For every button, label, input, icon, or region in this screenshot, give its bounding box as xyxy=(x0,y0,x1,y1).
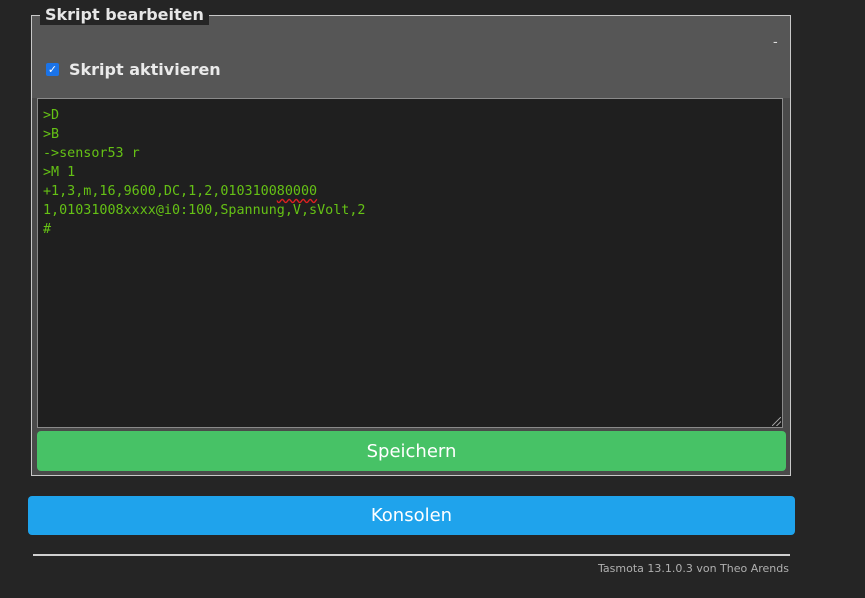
activate-script-label: Skript aktivieren xyxy=(69,59,221,79)
code-line-5-prefix: +1,3,m,16,9600,DC,1,2,0103100 xyxy=(43,184,277,199)
code-line-1: >D xyxy=(43,108,60,123)
fieldset-header-band xyxy=(32,16,790,98)
code-line-2: >B xyxy=(43,127,60,142)
code-line-3: ->sensor53 r xyxy=(43,146,140,161)
script-editor-textarea[interactable]: >D >B ->sensor53 r >M 1 +1,3,m,16,9600,D… xyxy=(37,98,783,428)
code-line-6: 1,01031008xxxx@i0:100,Spannung,V,sVolt,2 xyxy=(43,203,366,218)
code-line-7: # xyxy=(43,222,52,237)
footer-divider xyxy=(33,554,790,556)
code-line-4: >M 1 xyxy=(43,165,76,180)
collapse-dash: - xyxy=(773,35,778,50)
code-line-5: +1,3,m,16,9600,DC,1,2,010310080000 xyxy=(43,182,777,201)
save-button[interactable]: Speichern xyxy=(37,431,786,471)
resize-handle-icon[interactable] xyxy=(772,417,781,426)
console-button[interactable]: Konsolen xyxy=(28,496,795,535)
footer-text: Tasmota 13.1.0.3 von Theo Arends xyxy=(598,562,789,575)
spellcheck-marked-text: 80000 xyxy=(276,184,318,199)
activate-script-checkbox[interactable]: ✓ xyxy=(46,62,59,76)
activate-script-row[interactable]: ✓ Skript aktivieren xyxy=(46,58,221,80)
fieldset-legend: Skript bearbeiten xyxy=(40,5,209,25)
